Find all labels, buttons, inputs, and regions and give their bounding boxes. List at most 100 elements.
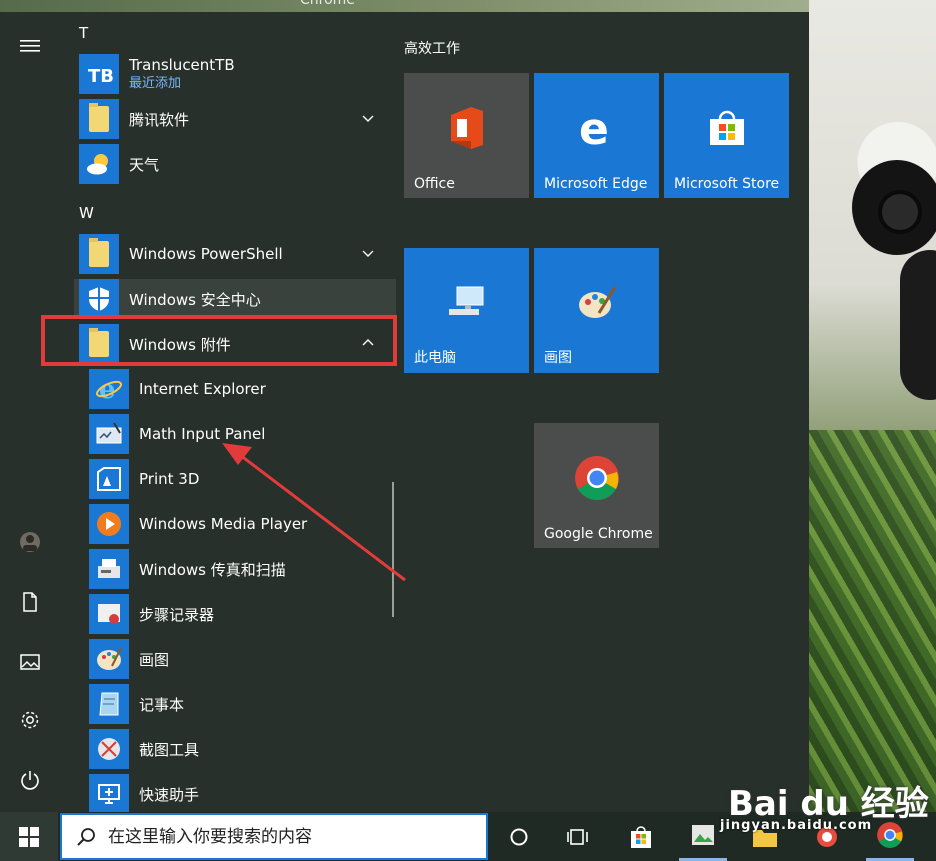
app-windows-media-player[interactable]: Windows Media Player: [89, 504, 389, 544]
app-label: Windows Media Player: [139, 515, 308, 533]
tile-this-pc[interactable]: 此电脑: [404, 248, 529, 373]
tile-group-title[interactable]: 高效工作: [404, 38, 460, 58]
steps-recorder-icon: [89, 594, 129, 634]
app-weather[interactable]: 天气: [79, 144, 389, 184]
folder-icon: [79, 99, 119, 139]
chevron-down-icon[interactable]: [361, 111, 375, 125]
shield-icon: [79, 279, 119, 319]
internet-explorer-icon: e: [89, 369, 129, 409]
app-label: 截图工具: [139, 740, 200, 759]
app-label: TranslucentTB: [129, 56, 235, 74]
app-label: 画图: [139, 650, 170, 669]
photo-app-icon: [692, 825, 714, 845]
folder-powershell[interactable]: Windows PowerShell: [79, 234, 389, 274]
recently-added-label: 最近添加: [129, 76, 182, 91]
start-menu: T TB TranslucentTB 最近添加 腾讯软件 天气 W Window…: [0, 12, 809, 814]
app-label: 腾讯软件: [129, 110, 190, 129]
app-label: Windows 安全中心: [129, 290, 261, 309]
app-label: 记事本: [139, 695, 185, 714]
edge-icon: e: [579, 106, 609, 150]
tile-label: Office: [414, 176, 455, 192]
panda-eye: [878, 190, 922, 234]
start-nav-rail: [0, 12, 60, 812]
app-label: Print 3D: [139, 470, 200, 488]
hamburger-icon[interactable]: [10, 26, 50, 66]
folder-tencent[interactable]: 腾讯软件: [79, 99, 389, 139]
app-label: 快速助手: [139, 785, 200, 804]
app-snipping-tool[interactable]: 截图工具: [89, 729, 389, 769]
search-input[interactable]: [108, 826, 468, 847]
svg-text:TB: TB: [88, 66, 113, 87]
app-label: Windows 传真和扫描: [139, 560, 286, 579]
task-view-button[interactable]: [554, 812, 602, 861]
highlight-box: [41, 315, 397, 366]
window-caption: Chrome: [300, 0, 355, 8]
pictures-icon[interactable]: [10, 642, 50, 682]
app-label: Windows PowerShell: [129, 245, 283, 263]
app-notepad[interactable]: 记事本: [89, 684, 389, 724]
tile-microsoft-edge[interactable]: e Microsoft Edge: [534, 73, 659, 198]
cortana-button[interactable]: [495, 812, 543, 861]
paint-palette-icon: [578, 286, 616, 318]
search-box[interactable]: [60, 813, 488, 860]
math-input-icon: [89, 414, 129, 454]
task-view-icon: [567, 828, 588, 845]
bamboo-leaves: [809, 430, 936, 812]
power-icon[interactable]: [10, 760, 50, 800]
app-label: 步骤记录器: [139, 605, 215, 624]
baidu-watermark-url: jingyan.baidu.com: [720, 818, 873, 833]
app-fax-and-scan[interactable]: Windows 传真和扫描: [89, 549, 389, 589]
chrome-icon: [877, 822, 903, 848]
office-icon: [450, 107, 483, 149]
app-paint[interactable]: 画图: [89, 639, 389, 679]
store-icon: [631, 825, 651, 848]
wallpaper-top-strip: [0, 0, 936, 12]
windows-logo-icon: [19, 826, 39, 847]
letter-header-w[interactable]: W: [79, 204, 94, 222]
print-3d-icon: [89, 459, 129, 499]
app-internet-explorer[interactable]: e Internet Explorer: [89, 369, 389, 409]
app-quick-assist[interactable]: 快速助手: [89, 774, 389, 814]
search-icon: [77, 827, 95, 846]
tile-label: Google Chrome: [544, 526, 653, 542]
settings-icon[interactable]: [10, 700, 50, 740]
cortana-circle-icon: [510, 828, 528, 845]
start-button[interactable]: [0, 812, 58, 861]
tile-office[interactable]: Office: [404, 73, 529, 198]
tile-google-chrome[interactable]: Google Chrome: [534, 423, 659, 548]
tile-label: 此电脑: [414, 350, 456, 366]
fax-scan-icon: [89, 549, 129, 589]
folder-icon: [79, 234, 119, 274]
this-pc-icon: [448, 286, 483, 315]
panda-fur-patch: [900, 250, 936, 400]
translucenttb-icon: TB: [79, 54, 119, 94]
tile-microsoft-store[interactable]: Microsoft Store: [664, 73, 789, 198]
svg-text:e: e: [99, 375, 116, 404]
app-print-3d[interactable]: Print 3D: [89, 459, 389, 499]
store-icon: [709, 110, 744, 145]
notepad-icon: [89, 684, 129, 724]
quick-assist-icon: [89, 774, 129, 814]
weather-icon: [79, 144, 119, 184]
snipping-tool-icon: [89, 729, 129, 769]
paint-palette-icon: [89, 639, 129, 679]
app-label: 天气: [129, 155, 160, 174]
tile-label: Microsoft Edge: [544, 176, 648, 192]
media-player-icon: [89, 504, 129, 544]
letter-header-t[interactable]: T: [79, 24, 88, 42]
app-steps-recorder[interactable]: 步骤记录器: [89, 594, 389, 634]
app-math-input-panel[interactable]: Math Input Panel: [89, 414, 389, 454]
avatar[interactable]: [10, 522, 50, 562]
chrome-icon: [574, 456, 619, 500]
tile-paint[interactable]: 画图: [534, 248, 659, 373]
app-label: Math Input Panel: [139, 425, 266, 443]
taskbar-store[interactable]: [617, 812, 665, 861]
document-icon[interactable]: [10, 582, 50, 622]
tile-label: Microsoft Store: [674, 176, 780, 192]
tile-label: 画图: [544, 350, 572, 366]
chevron-down-icon[interactable]: [361, 246, 375, 260]
svg-text:e: e: [579, 106, 609, 150]
app-windows-security[interactable]: Windows 安全中心: [74, 279, 396, 319]
app-translucenttb[interactable]: TB TranslucentTB 最近添加: [79, 54, 389, 94]
tiles-area: 高效工作 Office e Microsoft Edge Microsoft S…: [390, 12, 809, 812]
